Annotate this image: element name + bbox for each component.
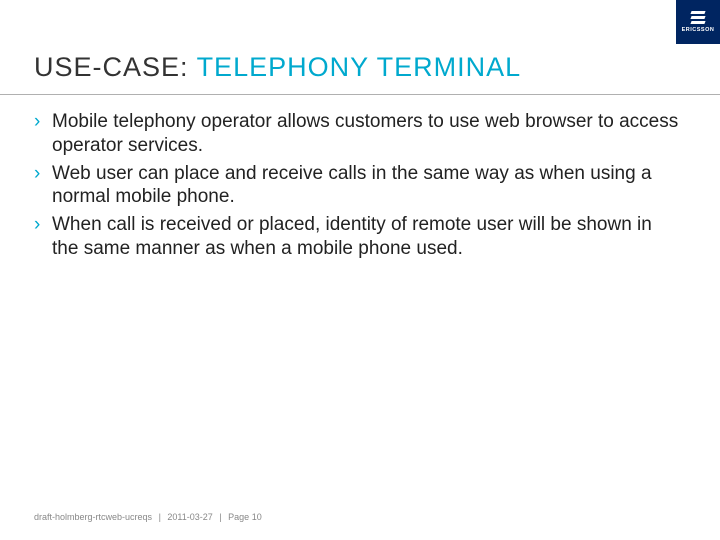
brand-logo: ERICSSON (676, 0, 720, 44)
brand-name: ERICSSON (682, 27, 715, 33)
title-divider (0, 94, 720, 95)
footer-separator: | (219, 512, 221, 522)
slide-title: USE-CASE: TELEPHONY TERMINAL (34, 52, 521, 83)
list-item: › Mobile telephony operator allows custo… (34, 110, 680, 158)
title-accent: TELEPHONY TERMINAL (197, 52, 522, 82)
title-prefix: USE-CASE: (34, 52, 197, 82)
footer-date: 2011-03-27 (167, 512, 212, 522)
chevron-right-icon: › (34, 213, 40, 237)
list-item-text: Web user can place and receive calls in … (52, 163, 652, 208)
footer-page: Page 10 (228, 512, 262, 522)
slide-footer: draft-holmberg-rtcweb-ucreqs | 2011-03-2… (34, 512, 262, 522)
ericsson-stripes-icon (691, 11, 705, 24)
footer-separator: | (159, 512, 161, 522)
bullet-list: › Mobile telephony operator allows custo… (34, 110, 680, 265)
chevron-right-icon: › (34, 162, 40, 186)
chevron-right-icon: › (34, 110, 40, 134)
footer-doc: draft-holmberg-rtcweb-ucreqs (34, 512, 152, 522)
list-item-text: When call is received or placed, identit… (52, 214, 652, 259)
list-item: › When call is received or placed, ident… (34, 213, 680, 261)
list-item-text: Mobile telephony operator allows custome… (52, 111, 678, 156)
list-item: › Web user can place and receive calls i… (34, 162, 680, 210)
